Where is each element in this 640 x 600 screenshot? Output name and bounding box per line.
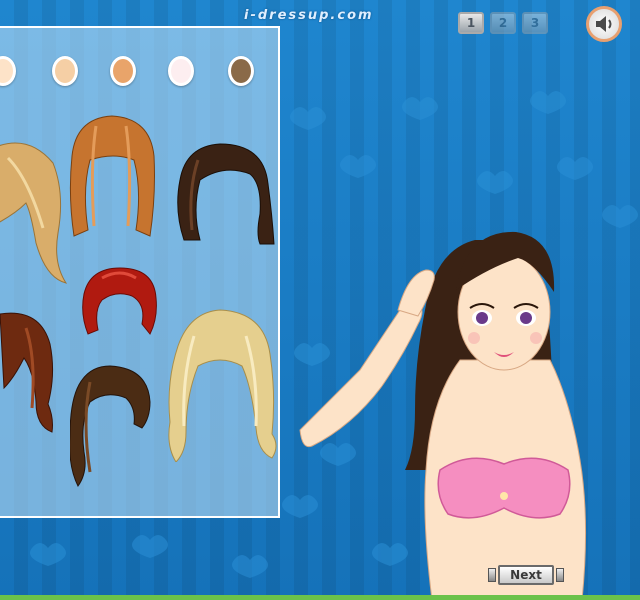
hair-selection-panel bbox=[0, 26, 280, 518]
skin-color-swatch-1[interactable] bbox=[0, 56, 16, 86]
skin-color-swatch-2[interactable] bbox=[52, 56, 78, 86]
speaker-icon bbox=[596, 16, 612, 32]
step-1-button[interactable]: 1 bbox=[458, 12, 484, 34]
step-selector: 1 2 3 bbox=[458, 12, 548, 34]
sound-toggle-button[interactable] bbox=[586, 6, 622, 42]
game-stage: i-dressup.com 1 2 3 Next bbox=[0, 0, 640, 600]
next-button-label: Next bbox=[498, 565, 554, 585]
skin-color-swatch-4[interactable] bbox=[168, 56, 194, 86]
step-3-button[interactable]: 3 bbox=[522, 12, 548, 34]
hair-option-ginger-straight[interactable] bbox=[66, 112, 158, 240]
hair-option-blonde-long[interactable] bbox=[0, 138, 68, 288]
floor-strip bbox=[0, 595, 640, 600]
doll-model bbox=[299, 231, 587, 600]
next-button[interactable]: Next bbox=[488, 565, 564, 585]
hair-option-auburn-curly[interactable] bbox=[0, 308, 60, 438]
next-button-right-cap bbox=[556, 568, 564, 582]
step-2-button[interactable]: 2 bbox=[490, 12, 516, 34]
next-button-left-cap bbox=[488, 568, 496, 582]
hair-option-brown-side[interactable] bbox=[70, 362, 154, 488]
skin-color-swatch-5[interactable] bbox=[228, 56, 254, 86]
hair-option-red-updo[interactable] bbox=[80, 264, 160, 344]
skin-color-swatch-3[interactable] bbox=[110, 56, 136, 86]
site-logo[interactable]: i-dressup.com bbox=[244, 8, 374, 23]
